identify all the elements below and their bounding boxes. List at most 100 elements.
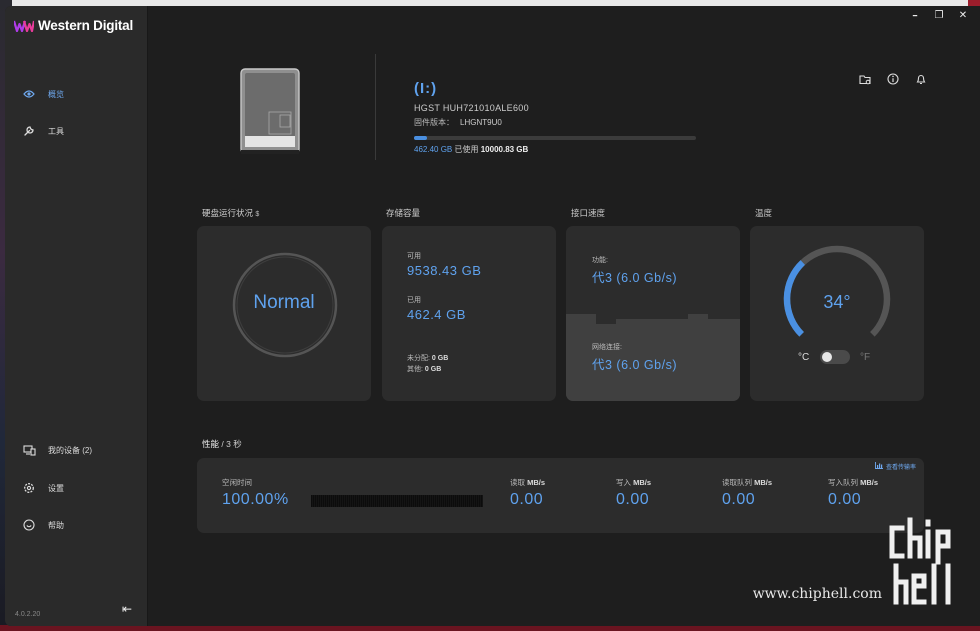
wrench-icon [22,124,36,138]
unallocated-value: 0 GB [431,355,449,362]
available-label: 可用 [407,253,421,260]
interface-notch [596,314,616,324]
metric-name: 读取 [510,478,525,487]
eye-icon [22,87,36,101]
metric-name: 读取队列 [722,478,752,487]
firmware-label: 固件版本： [414,118,454,127]
storage-card: 可用 9538.43 GB 已用 462.4 GB 未分配: 0 GB 其他: … [382,226,556,401]
unallocated-info: 未分配: 0 GB [407,353,448,363]
usage-summary: 462.40 GB 已使用 10000.83 GB [414,144,528,155]
wd-logo-icon [14,20,34,32]
capability-label: 功能: [592,257,608,264]
collapse-left-icon[interactable]: ⇤ [122,602,132,616]
drive-model: HGST HUH721010ALE600 [414,103,529,113]
write-queue-value: 0.00 [828,491,862,508]
gear-icon [22,481,36,495]
performance-interval: / 3 秒 [221,439,242,449]
idle-time-graph [311,495,483,507]
capability-value: 代3 (6.0 Gb/s) [592,271,677,285]
idle-time-label: 空闲时间 [222,478,252,487]
sidebar-item-settings[interactable]: 设置 [22,481,64,495]
view-transfer-rate-link[interactable]: 查看传输率 [875,462,916,471]
metric-name: 写入 [616,478,631,487]
toggle-knob [822,352,832,362]
interface-section-label: 接口速度 [571,208,606,218]
metric-name: 写入队列 [828,478,858,487]
metric-unit: MB/s [633,478,652,487]
metric-unit: MB/s [860,478,879,487]
header-actions [858,72,928,86]
minimize-button[interactable]: ━ [910,10,920,21]
devices-icon [22,443,36,457]
metric-unit: MB/s [754,478,773,487]
drive-letter: (I:) [414,80,438,97]
interface-notch [616,314,688,319]
link-value: 代3 (6.0 Gb/s) [592,358,677,372]
available-value: 9538.43 GB [407,263,482,278]
help-circle-icon[interactable]: $ [255,211,259,218]
maximize-button[interactable]: ❐ [934,10,944,21]
usage-progress-bar [414,136,696,140]
brand-logo: Western Digital [14,18,133,33]
used-value: 462.4 GB [407,307,466,322]
help-icon [22,518,36,532]
sidebar: Western Digital 概览 工具 我的设备 (2) 设置 帮助 4.0… [5,6,148,626]
unallocated-label: 未分配: [407,355,430,362]
link-label: 网络连接: [592,344,622,351]
brand-name: Western Digital [38,18,134,33]
temperature-value: 34° [823,292,851,312]
idle-time-value: 100.00% [222,491,289,508]
temperature-unit-toggle[interactable] [820,350,850,364]
sidebar-item-overview[interactable]: 概览 [22,87,64,101]
metric-unit: MB/s [527,478,546,487]
info-icon[interactable] [886,72,900,86]
health-card: Normal [197,226,371,401]
unit-fahrenheit[interactable]: °F [860,352,870,363]
total-capacity: 10000.83 GB [480,145,529,154]
performance-title: 性能 [202,439,220,449]
other-label: 其他: [407,366,423,373]
used-suffix: 已使用 [454,145,479,154]
sidebar-item-label: 工具 [48,126,64,136]
health-status: Normal [253,292,315,313]
health-section-label: 硬盘运行状况 $ [202,207,259,219]
chart-icon [875,462,883,471]
watermark: www.chiphell.com [753,516,974,608]
close-button[interactable]: ✕ [958,10,968,21]
unit-celsius[interactable]: °C [798,352,809,363]
firmware-version: LHGNT9U0 [460,118,502,127]
performance-label: 性能 / 3 秒 [202,438,242,450]
used-label: 已用 [407,297,421,304]
read-value: 0.00 [510,491,544,508]
usage-progress-fill [414,136,427,140]
write-value: 0.00 [616,491,650,508]
interface-card: 功能: 代3 (6.0 Gb/s) 网络连接: 代3 (6.0 Gb/s) [566,226,740,401]
used-amount: 462.40 GB [414,145,453,154]
chiphell-logo-icon [889,517,951,605]
sidebar-item-help[interactable]: 帮助 [22,518,64,532]
temperature-section-label: 温度 [755,208,773,218]
interface-notch [708,314,740,319]
read-queue-value: 0.00 [722,491,756,508]
sidebar-item-tools[interactable]: 工具 [22,124,64,138]
sidebar-item-label: 帮助 [48,520,64,530]
sidebar-item-my-devices[interactable]: 我的设备 (2) [22,443,92,457]
sidebar-item-label: 我的设备 (2) [48,445,92,455]
write-label: 写入 MB/s [616,477,651,488]
firmware-info: 固件版本： LHGNT9U0 [414,117,502,128]
temperature-card: 34° °C °F [750,226,924,401]
view-transfer-rate-label: 查看传输率 [885,465,916,471]
watermark-text: www.chiphell.com [752,586,882,602]
bell-icon[interactable] [914,72,928,86]
app-window: Western Digital 概览 工具 我的设备 (2) 设置 帮助 4.0… [5,6,980,626]
window-controls: ━ ❐ ✕ [910,10,968,21]
storage-section-label: 存储容量 [386,208,421,218]
drive-image [240,68,302,156]
folder-icon[interactable] [858,72,872,86]
health-label-text: 硬盘运行状况 [202,208,254,218]
sidebar-item-label: 概览 [48,89,64,99]
read-label: 读取 MB/s [510,477,545,488]
sidebar-item-label: 设置 [48,483,64,493]
other-value: 0 GB [424,366,442,373]
header-divider [375,54,376,160]
